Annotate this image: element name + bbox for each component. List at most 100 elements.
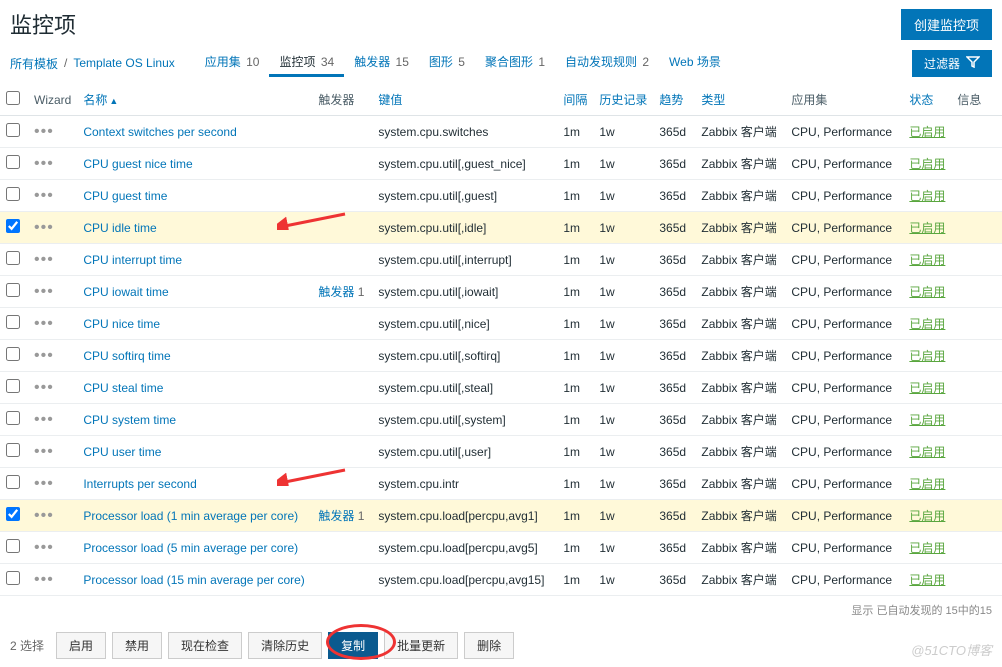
row-checkbox[interactable]: [6, 571, 20, 585]
table-row: ••• Processor load (5 min average per co…: [0, 532, 1002, 564]
wizard-icon[interactable]: •••: [34, 475, 54, 492]
wizard-icon[interactable]: •••: [34, 187, 54, 204]
wizard-icon[interactable]: •••: [34, 379, 54, 396]
filter-button[interactable]: 过滤器: [912, 50, 992, 77]
item-name-link[interactable]: CPU interrupt time: [83, 253, 182, 267]
wizard-icon[interactable]: •••: [34, 155, 54, 172]
key-cell: system.cpu.util[,interrupt]: [372, 244, 557, 276]
status-link[interactable]: 已启用: [909, 445, 945, 459]
wizard-icon[interactable]: •••: [34, 347, 54, 364]
wizard-icon[interactable]: •••: [34, 539, 54, 556]
wizard-icon[interactable]: •••: [34, 283, 54, 300]
row-checkbox[interactable]: [6, 379, 20, 393]
item-name-link[interactable]: CPU steal time: [83, 381, 163, 395]
tab-4[interactable]: 聚合图形 1: [475, 49, 555, 77]
item-name-link[interactable]: CPU idle time: [83, 221, 156, 235]
status-link[interactable]: 已启用: [909, 125, 945, 139]
wizard-icon[interactable]: •••: [34, 507, 54, 524]
wizard-icon[interactable]: •••: [34, 443, 54, 460]
item-name-link[interactable]: Processor load (5 min average per core): [83, 541, 298, 555]
row-checkbox[interactable]: [6, 251, 20, 265]
item-name-link[interactable]: CPU user time: [83, 445, 161, 459]
status-link[interactable]: 已启用: [909, 157, 945, 171]
trends-cell: 365d: [653, 308, 695, 340]
status-link[interactable]: 已启用: [909, 509, 945, 523]
tab-6[interactable]: Web 场景: [659, 49, 731, 77]
status-link[interactable]: 已启用: [909, 477, 945, 491]
footer-info: 显示 已自动发现的 15中的15: [0, 596, 1002, 624]
watermark: @51CTO博客: [911, 640, 992, 659]
col-status[interactable]: 状态: [903, 83, 951, 116]
col-name[interactable]: 名称▲: [77, 83, 312, 116]
trigger-link[interactable]: 触发器: [318, 285, 354, 299]
row-checkbox[interactable]: [6, 539, 20, 553]
item-name-link[interactable]: Processor load (1 min average per core): [83, 509, 298, 523]
type-cell: Zabbix 客户端: [695, 244, 785, 276]
col-trends[interactable]: 趋势: [653, 83, 695, 116]
trigger-cell: 触发器 1: [312, 500, 372, 532]
item-name-link[interactable]: CPU iowait time: [83, 285, 168, 299]
item-name-link[interactable]: Interrupts per second: [83, 477, 196, 491]
col-info: 信息: [951, 83, 1002, 116]
wizard-icon[interactable]: •••: [34, 315, 54, 332]
status-link[interactable]: 已启用: [909, 189, 945, 203]
breadcrumb-template[interactable]: Template OS Linux: [73, 56, 174, 70]
trigger-link[interactable]: 触发器: [318, 509, 354, 523]
col-key[interactable]: 键值: [372, 83, 557, 116]
item-name-link[interactable]: Processor load (15 min average per core): [83, 573, 304, 587]
row-checkbox[interactable]: [6, 315, 20, 329]
status-link[interactable]: 已启用: [909, 413, 945, 427]
wizard-icon[interactable]: •••: [34, 219, 54, 236]
select-all-checkbox[interactable]: [6, 91, 20, 105]
status-link[interactable]: 已启用: [909, 253, 945, 267]
item-name-link[interactable]: CPU guest time: [83, 189, 167, 203]
row-checkbox[interactable]: [6, 411, 20, 425]
type-cell: Zabbix 客户端: [695, 532, 785, 564]
create-item-button[interactable]: 创建监控项: [901, 9, 992, 40]
trigger-cell: [312, 372, 372, 404]
row-checkbox[interactable]: [6, 475, 20, 489]
status-link[interactable]: 已启用: [909, 541, 945, 555]
col-type[interactable]: 类型: [695, 83, 785, 116]
breadcrumb-all-templates[interactable]: 所有模板: [10, 55, 58, 72]
item-name-link[interactable]: CPU softirq time: [83, 349, 170, 363]
status-link[interactable]: 已启用: [909, 573, 945, 587]
row-checkbox[interactable]: [6, 283, 20, 297]
wizard-icon[interactable]: •••: [34, 123, 54, 140]
row-checkbox[interactable]: [6, 155, 20, 169]
trends-cell: 365d: [653, 148, 695, 180]
tab-0[interactable]: 应用集 10: [195, 49, 270, 77]
trends-cell: 365d: [653, 436, 695, 468]
status-link[interactable]: 已启用: [909, 349, 945, 363]
status-link[interactable]: 已启用: [909, 285, 945, 299]
key-cell: system.cpu.load[percpu,avg1]: [372, 500, 557, 532]
type-cell: Zabbix 客户端: [695, 436, 785, 468]
type-cell: Zabbix 客户端: [695, 276, 785, 308]
col-history[interactable]: 历史记录: [593, 83, 653, 116]
interval-cell: 1m: [557, 276, 593, 308]
item-name-link[interactable]: CPU guest nice time: [83, 157, 192, 171]
row-checkbox[interactable]: [6, 443, 20, 457]
tab-1[interactable]: 监控项 34: [269, 49, 344, 77]
row-checkbox[interactable]: [6, 507, 20, 521]
row-checkbox[interactable]: [6, 347, 20, 361]
tab-5[interactable]: 自动发现规则 2: [555, 49, 659, 77]
item-name-link[interactable]: Context switches per second: [83, 125, 236, 139]
row-checkbox[interactable]: [6, 219, 20, 233]
status-link[interactable]: 已启用: [909, 317, 945, 331]
trends-cell: 365d: [653, 276, 695, 308]
status-link[interactable]: 已启用: [909, 381, 945, 395]
row-checkbox[interactable]: [6, 123, 20, 137]
table-row: ••• CPU user time system.cpu.util[,user]…: [0, 436, 1002, 468]
tab-2[interactable]: 触发器 15: [344, 49, 419, 77]
row-checkbox[interactable]: [6, 187, 20, 201]
col-interval[interactable]: 间隔: [557, 83, 593, 116]
wizard-icon[interactable]: •••: [34, 571, 54, 588]
item-name-link[interactable]: CPU system time: [83, 413, 176, 427]
wizard-icon[interactable]: •••: [34, 251, 54, 268]
status-link[interactable]: 已启用: [909, 221, 945, 235]
type-cell: Zabbix 客户端: [695, 212, 785, 244]
wizard-icon[interactable]: •••: [34, 411, 54, 428]
tab-3[interactable]: 图形 5: [419, 49, 475, 77]
item-name-link[interactable]: CPU nice time: [83, 317, 160, 331]
